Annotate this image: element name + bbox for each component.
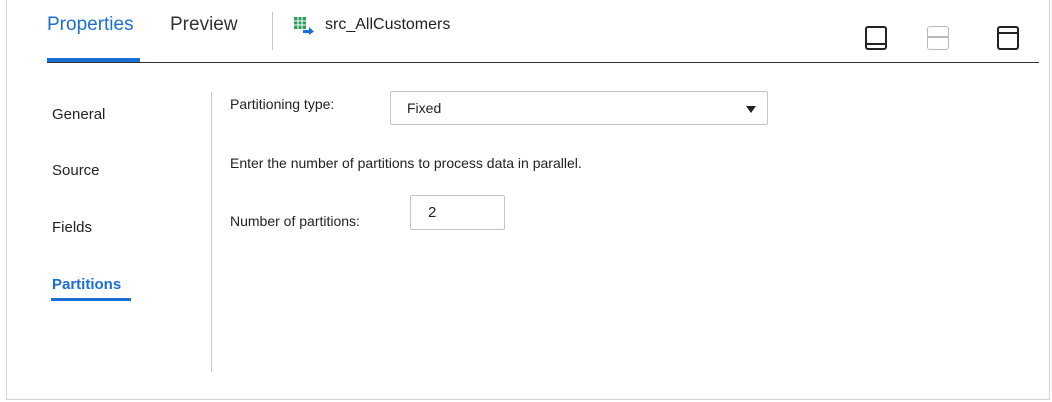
nav-item-general[interactable]: General xyxy=(52,106,105,123)
number-of-partitions-input[interactable]: 2 xyxy=(410,195,505,230)
partitioning-type-select[interactable]: Fixed xyxy=(390,91,768,125)
panel-split-icon[interactable] xyxy=(927,26,949,50)
tab-preview[interactable]: Preview xyxy=(170,14,238,36)
nav-selected-indicator xyxy=(51,298,131,301)
caret-down-icon xyxy=(746,106,756,113)
object-name: src_AllCustomers xyxy=(325,16,451,33)
nav-item-fields[interactable]: Fields xyxy=(52,219,92,236)
tab-divider xyxy=(272,12,273,50)
table-source-icon xyxy=(294,17,314,35)
tab-bar-divider xyxy=(47,62,1039,63)
panel-bottom-icon[interactable] xyxy=(865,26,887,50)
nav-item-partitions[interactable]: Partitions xyxy=(52,276,121,293)
properties-panel: Properties Preview src_AllCustomers Gene… xyxy=(6,0,1050,400)
partitioning-type-label: Partitioning type: xyxy=(230,96,335,112)
partitioning-type-value: Fixed xyxy=(407,100,442,116)
panel-maximize-icon[interactable] xyxy=(997,26,1019,50)
number-of-partitions-label: Number of partitions: xyxy=(230,213,360,229)
partitions-hint: Enter the number of partitions to proces… xyxy=(230,155,582,171)
nav-item-source[interactable]: Source xyxy=(52,162,100,179)
tab-bar: Properties Preview src_AllCustomers xyxy=(47,0,1039,63)
number-of-partitions-value: 2 xyxy=(428,204,437,221)
nav-divider xyxy=(211,92,212,372)
tab-properties[interactable]: Properties xyxy=(47,14,134,36)
